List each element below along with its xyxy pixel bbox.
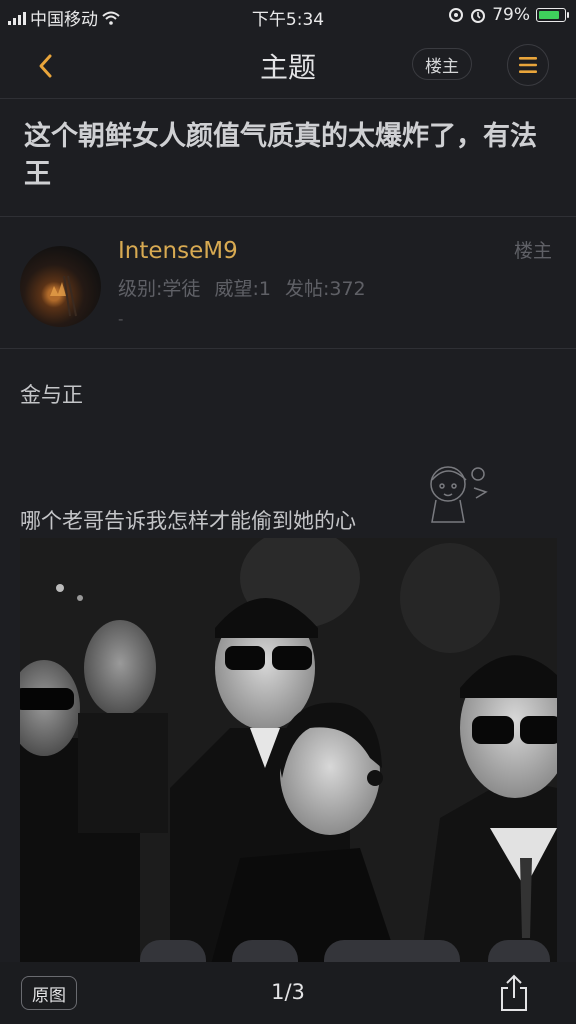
floor-label: 楼主	[513, 240, 552, 262]
post-paragraph: 金与正	[20, 383, 83, 407]
battery-percent: 79%	[492, 5, 530, 25]
alarm-icon	[471, 9, 486, 23]
post-paragraph: 哪个老哥告诉我怎样才能偷到她的心	[20, 509, 356, 533]
post-title: 这个朝鲜女人颜值气质真的太爆炸了，有法王	[24, 121, 537, 190]
anime-sticker-image	[430, 466, 488, 523]
page-title: 主题	[259, 51, 316, 84]
menu-button[interactable]	[507, 44, 549, 86]
navbar: 主题 楼主	[0, 32, 576, 98]
share-icon[interactable]	[497, 974, 531, 1012]
divider	[0, 216, 576, 217]
author-username[interactable]: IntenseM9	[118, 238, 238, 264]
status-right: 79%	[448, 5, 569, 25]
battery-icon	[536, 8, 569, 22]
author-signature: -	[118, 310, 124, 328]
divider	[0, 348, 576, 349]
image-viewer-bar: 原图 1/3	[0, 962, 576, 1024]
menu-icon	[519, 57, 537, 73]
page-indicator: 1/3	[271, 980, 305, 1004]
post-photo[interactable]	[20, 538, 557, 968]
author-card: IntenseM9 级别:学徒 威望:1 发帖:372 - 楼主	[0, 218, 576, 348]
status-bar: 中国移动 下午5:34 79%	[0, 0, 576, 32]
location-icon	[449, 8, 464, 22]
divider	[0, 98, 576, 99]
author-stats: 级别:学徒 威望:1 发帖:372	[118, 278, 366, 300]
op-only-button[interactable]: 楼主	[412, 48, 472, 80]
avatar[interactable]	[20, 246, 101, 327]
